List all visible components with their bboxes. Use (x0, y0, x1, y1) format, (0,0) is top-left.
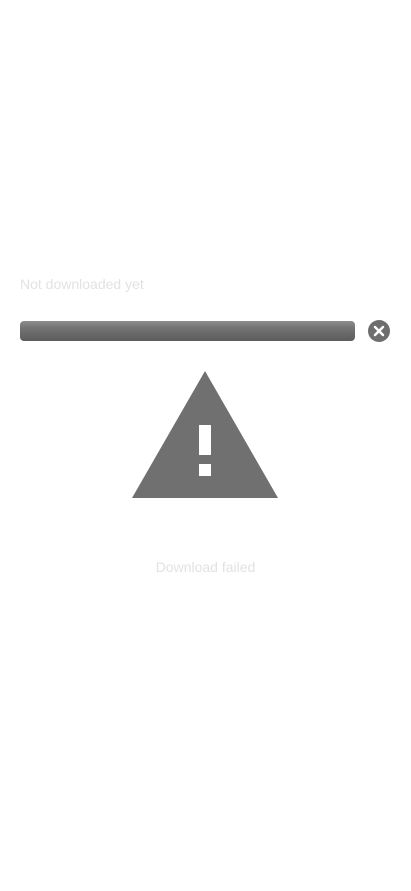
warning-icon (132, 371, 278, 498)
cancel-download-button[interactable] (368, 320, 390, 342)
download-progress-bar (20, 321, 355, 341)
download-failed-text: Download failed (155, 559, 256, 575)
close-icon (373, 325, 385, 337)
download-status-text: Not downloaded yet (20, 276, 144, 292)
